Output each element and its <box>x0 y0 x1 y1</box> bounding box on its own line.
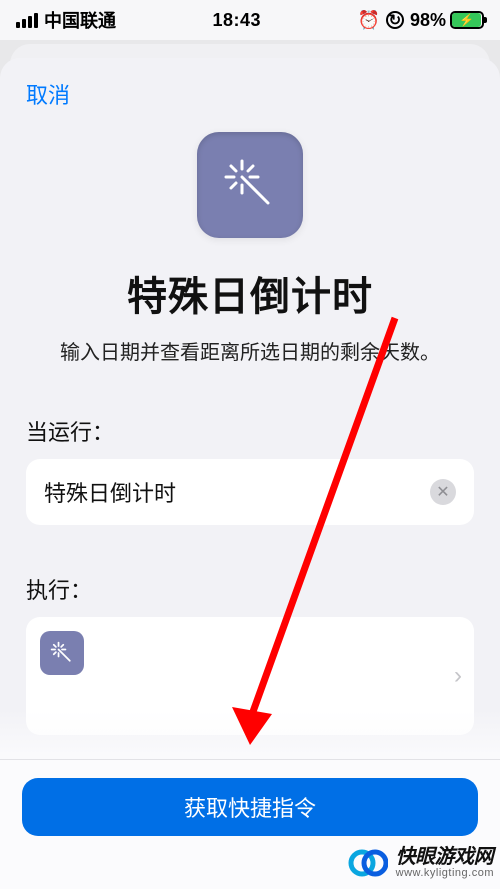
watermark-title: 快眼游戏网 <box>396 847 494 868</box>
clear-text-button[interactable]: ✕ <box>430 479 456 505</box>
close-icon: ✕ <box>436 482 449 502</box>
do-label: 执行： <box>26 573 474 605</box>
watermark: 快眼游戏网 www.kyligting.com <box>348 843 494 883</box>
watermark-url: www.kyligting.com <box>396 868 494 880</box>
when-run-label: 当运行： <box>26 415 474 447</box>
shortcut-name-field[interactable]: 特殊日倒计时 ✕ <box>26 459 474 525</box>
status-bar-time: 18:43 <box>213 10 262 31</box>
charging-icon: ⚡ <box>459 14 474 26</box>
battery-pct-label: 98% <box>410 10 446 31</box>
status-bar-left: 中国联通 <box>16 7 116 33</box>
action-card[interactable]: › <box>26 617 474 735</box>
shortcut-preview-sheet: 取消 特殊日倒计时 输入日期并查看距离所选日期的 <box>0 58 500 889</box>
shortcut-icon <box>197 132 303 238</box>
shortcut-name-value: 特殊日倒计时 <box>44 476 176 508</box>
wand-icon <box>49 640 75 666</box>
wand-icon <box>220 155 280 215</box>
rotation-lock-icon: ↻ <box>386 11 404 29</box>
status-bar: 中国联通 18:43 ⏰ ↻ 98% ⚡ <box>0 0 500 40</box>
alarm-icon: ⏰ <box>358 10 380 31</box>
signal-icon <box>16 13 38 28</box>
watermark-logo-icon <box>348 843 388 883</box>
battery-indicator: 98% ⚡ <box>410 10 484 31</box>
action-icon <box>40 631 84 675</box>
shortcut-title: 特殊日倒计时 <box>26 264 474 322</box>
carrier-label: 中国联通 <box>44 7 116 33</box>
shortcut-description: 输入日期并查看距离所选日期的剩余天数。 <box>26 340 474 367</box>
chevron-right-icon: › <box>454 662 462 690</box>
status-bar-right: ⏰ ↻ 98% ⚡ <box>358 10 484 31</box>
get-shortcut-button[interactable]: 获取快捷指令 <box>22 778 478 836</box>
battery-icon: ⚡ <box>450 11 484 29</box>
cancel-button[interactable]: 取消 <box>26 78 70 110</box>
hero: 特殊日倒计时 输入日期并查看距离所选日期的剩余天数。 <box>26 132 474 367</box>
